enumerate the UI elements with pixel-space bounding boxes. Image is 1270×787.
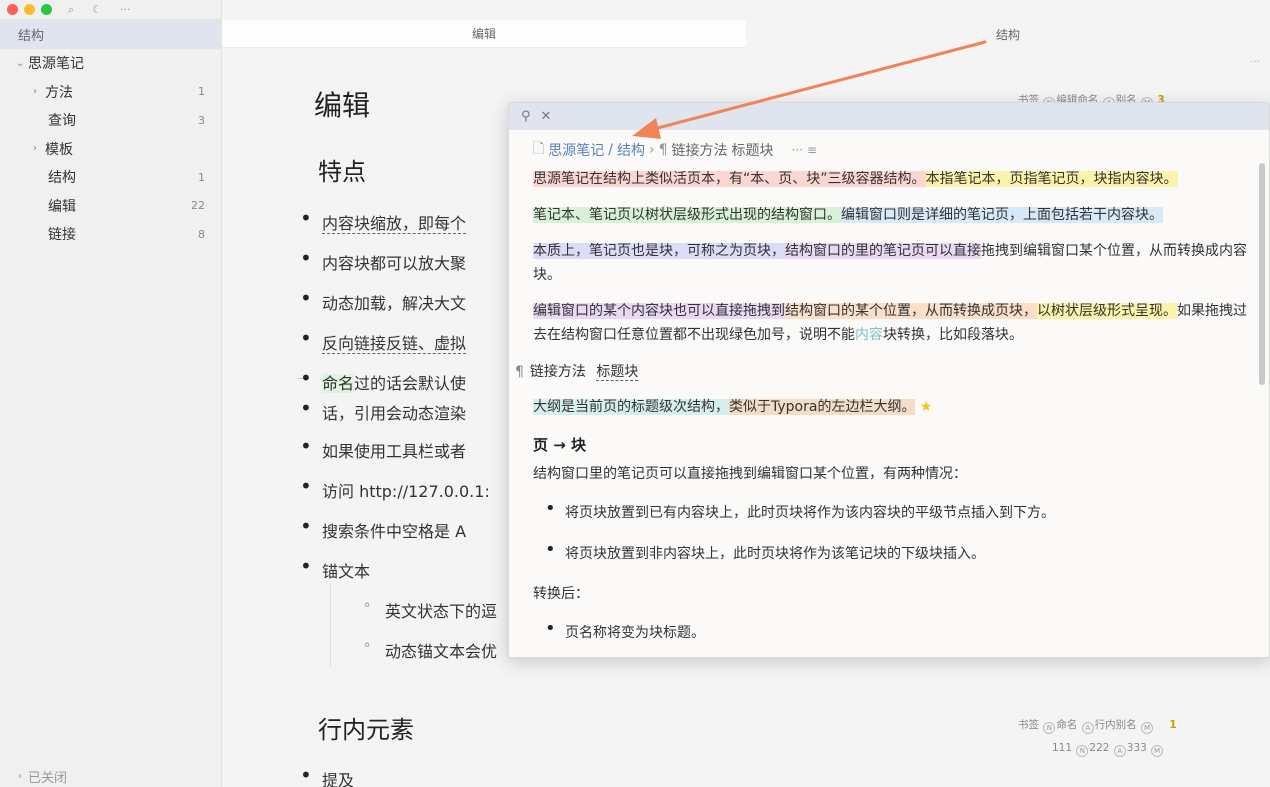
list-item: 内容块都可以放大聚 (300, 246, 466, 274)
alias-icon: A (1113, 745, 1126, 757)
search-icon[interactable]: ⌕ (68, 4, 74, 15)
bookmark-label: 书签 (1018, 719, 1039, 731)
sub-list-item: 英文状态下的逗 (363, 598, 497, 622)
list-item: 将页块放置到非内容块上，此时页块将作为该笔记块的下级块插入。 (545, 539, 985, 563)
tab-edit[interactable]: 编辑 (222, 20, 746, 48)
list-item: 页名称将变为块标题。 (545, 618, 705, 642)
close-icon[interactable]: ✕ (541, 109, 552, 124)
tree-item-count: 1 (198, 85, 205, 99)
popup-toolbar: ⚲ ✕ (509, 103, 1269, 130)
tree-item-edit[interactable]: 编辑 22 (0, 192, 221, 221)
pin-icon[interactable]: ⚲ (521, 109, 531, 124)
window-titlebar: ⌕ ☾ ··· (0, 0, 221, 18)
tree-item-link[interactable]: 链接 8 (0, 220, 221, 249)
attr-value: 333 (1126, 742, 1147, 754)
closed-notebooks[interactable]: › 已关闭 (0, 765, 67, 787)
tree-item-count: 8 (198, 227, 205, 241)
moon-icon[interactable]: ☾ (92, 4, 102, 15)
list-item: 将页块放置到已有内容块上，此时页块将作为该内容块的平级节点插入到下方。 (545, 498, 1055, 522)
paragraph: 思源笔记在结构上类似活页本，有“本、页、块”三级容器结构。本指笔记本，页指笔记页… (533, 171, 1178, 187)
star-icon: ★ (919, 399, 933, 415)
list-item: 反向链接反链、虚拟 (300, 326, 467, 354)
heading-block-row: ¶ 链接方法 标题块 (515, 364, 639, 381)
paragraph: 大纲是当前页的标题级次结构，类似于Typora的左边栏大纲。 ★ (533, 399, 933, 415)
attr-value: 222 (1089, 742, 1110, 754)
name-label: 命名 (1056, 719, 1078, 731)
menu-icon[interactable]: ≡ (807, 143, 817, 157)
memo-icon: M (1151, 745, 1164, 757)
list-item: 提及 (300, 763, 354, 787)
tree-item-count: 3 (198, 113, 205, 127)
document-icon: 🗋 (533, 141, 545, 157)
tree-item-count: 1 (198, 170, 205, 184)
notebook-item[interactable]: ⌄ 思源笔记 (0, 49, 221, 78)
meta-row-bottom2: 111 N 222 A 333 M (1052, 742, 1164, 757)
breadcrumb-notebook[interactable]: 思源笔记 (548, 140, 604, 160)
paragraph: 结构窗口里的笔记页可以直接拖拽到编辑窗口某个位置，有两种情况： (533, 466, 967, 482)
page-title: 编辑 (314, 89, 371, 122)
chevron-right-icon[interactable]: › (33, 86, 45, 97)
meta-row-bottom: 书签 N 命名 A 行内别名 M 1 (1018, 717, 1177, 734)
list-item: 搜索条件中空格是 A (300, 514, 466, 542)
heading-features: 特点 (318, 158, 366, 186)
sidebar: ⌕ ☾ ··· 结构 ⌄ 思源笔记 › 方法 1 查询 3 › 模板 结构 1 … (0, 0, 222, 787)
maximize-window-button[interactable] (41, 3, 52, 15)
paragraph-icon[interactable]: ¶ (515, 364, 524, 380)
tree-item-label: 编辑 (48, 198, 76, 215)
tree-item-label: 链接 (48, 227, 76, 244)
minimize-window-button[interactable] (24, 3, 35, 15)
tree-item-method[interactable]: › 方法 1 (0, 78, 221, 107)
list-item: 命名过的话会默认使 (300, 366, 466, 394)
tree-item-label: 查询 (48, 113, 76, 130)
chevron-right-icon[interactable]: › (18, 771, 22, 782)
tree-item-count: 22 (191, 199, 205, 213)
alias-label: 行内别名 (1094, 719, 1137, 731)
more-icon[interactable]: ··· (792, 143, 803, 157)
name-icon: N (1043, 722, 1056, 734)
paragraph: 笔记本、笔记页以树状层级形式出现的结构窗口。编辑窗口则是详细的笔记页，上面包括若… (533, 207, 1163, 223)
tree-item-label: 方法 (45, 84, 73, 101)
chevron-down-icon[interactable]: ⌄ (16, 58, 28, 69)
list-item: 访问 http://127.0.0.1: (300, 474, 490, 502)
ref-count[interactable]: 1 (1169, 719, 1176, 731)
breadcrumb-heading[interactable]: 链接方法 (672, 140, 728, 160)
sub-list-item: 动态锚文本会优 (363, 638, 497, 662)
chevron-right-icon[interactable]: › (33, 143, 45, 154)
more-icon[interactable]: ··· (120, 4, 131, 15)
attr-value: 111 (1052, 742, 1073, 754)
tree-item-template[interactable]: › 模板 (0, 135, 221, 164)
block-preview-popup: ⚲ ✕ 🗋 思源笔记 / 结构 › ¶ 链接方法 标题块 ··· ≡ 思源笔记在结构… (508, 102, 1270, 658)
list-item: 如果使用工具栏或者 (300, 434, 466, 462)
paragraph-icon: ¶ (658, 142, 668, 158)
list-item: 锚文本 (300, 554, 370, 582)
memo-icon: M (1141, 722, 1154, 734)
tree-item-structure[interactable]: 结构 1 (0, 163, 221, 192)
alias-icon: A (1081, 722, 1094, 734)
list-item: 内容块缩放，即每个 (300, 206, 467, 234)
tab-structure[interactable]: 结构 (746, 20, 1270, 48)
tree-item-query[interactable]: 查询 3 (0, 106, 221, 135)
breadcrumb-doc[interactable]: 结构 (617, 140, 645, 160)
sidebar-header: 结构 (0, 19, 221, 49)
notebook-label: 思源笔记 (28, 56, 84, 73)
paragraph: 编辑窗口的某个内容块也可以直接拖拽到结构窗口的某个位置，从而转换成页块，以树状层… (533, 303, 1247, 343)
list-item-continuation: 话，引用会动态渲染 (300, 396, 466, 424)
tree-item-label: 模板 (45, 141, 73, 158)
breadcrumb: 🗋 思源笔记 / 结构 › ¶ 链接方法 标题块 ··· ≡ (533, 138, 817, 162)
list-item: 动态加载，解决大文 (300, 286, 466, 314)
list-guide-line (330, 583, 331, 666)
closed-label: 已关闭 (28, 770, 68, 786)
breadcrumb-type: 标题块 (731, 143, 774, 159)
paragraph: 本质上，笔记页也是块，可称之为页块，结构窗口的里的笔记页可以直接拖拽到编辑窗口某… (533, 243, 1247, 283)
paragraph: 转换后： (533, 586, 589, 602)
tree-item-label: 结构 (48, 170, 76, 187)
name-icon: N (1076, 745, 1089, 757)
heading-inline: 行内元素 (318, 716, 414, 744)
subheading: 页 → 块 (533, 436, 587, 454)
popup-scrollbar[interactable] (1259, 163, 1265, 385)
close-window-button[interactable] (7, 3, 18, 15)
